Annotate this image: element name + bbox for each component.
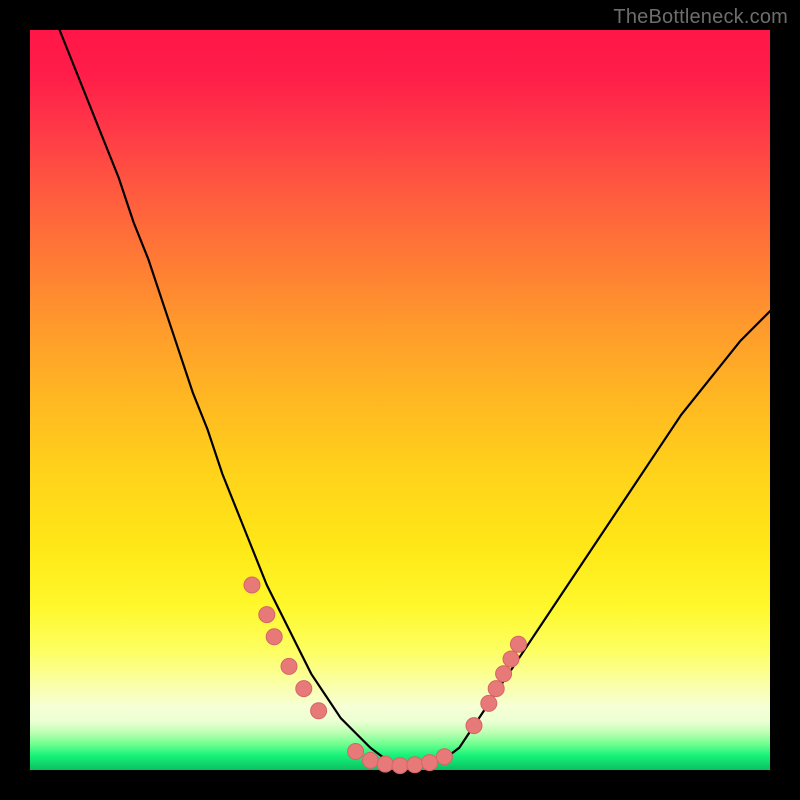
data-marker [348, 744, 364, 760]
data-marker [281, 658, 297, 674]
data-marker [259, 607, 275, 623]
data-marker [311, 703, 327, 719]
data-marker [407, 757, 423, 773]
data-marker [488, 681, 504, 697]
curve-layer [60, 30, 770, 766]
data-marker [244, 577, 260, 593]
data-marker [510, 636, 526, 652]
data-marker [377, 756, 393, 772]
data-marker [266, 629, 282, 645]
watermark-text: TheBottleneck.com [613, 6, 788, 29]
data-marker [422, 755, 438, 771]
marker-layer [244, 577, 526, 774]
data-marker [362, 752, 378, 768]
data-marker [392, 758, 408, 774]
plot-area [30, 30, 770, 770]
chart-frame: TheBottleneck.com [0, 0, 800, 800]
data-marker [296, 681, 312, 697]
data-marker [496, 666, 512, 682]
data-marker [503, 651, 519, 667]
bottleneck-curve [60, 30, 770, 766]
data-marker [466, 718, 482, 734]
chart-svg [30, 30, 770, 770]
data-marker [481, 695, 497, 711]
data-marker [436, 749, 452, 765]
